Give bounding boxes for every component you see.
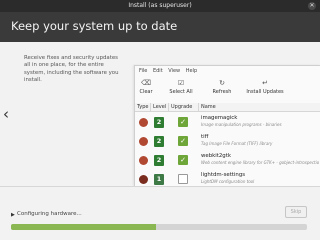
package-description: Image manipulation programs - binaries bbox=[201, 122, 282, 127]
close-window-icon[interactable]: ✕ bbox=[308, 2, 316, 10]
status-text: Configuring hardware... bbox=[17, 211, 82, 217]
clear-icon: ⌫ bbox=[141, 79, 151, 87]
window-title: Install (as superuser) bbox=[128, 2, 192, 9]
refresh-button: ↻ Refresh bbox=[207, 78, 237, 100]
refresh-icon: ↻ bbox=[219, 79, 225, 87]
package-description: Web content engine library for GTK+ - go… bbox=[201, 160, 319, 165]
update-manager-toolbar: ⌫ Clear ☑ Select All ↻ Refresh ↵ Install… bbox=[135, 78, 320, 100]
table-row: 2 ✓ imagemagick Image manipulation progr… bbox=[135, 113, 320, 132]
package-type-icon bbox=[139, 118, 148, 127]
package-name-cell: lightdm-settings LightDM configuration t… bbox=[201, 172, 319, 185]
package-name-cell: webkit2gtk Web content engine library fo… bbox=[201, 153, 319, 166]
level-badge: 2 bbox=[154, 136, 164, 147]
package-description: Tag Image File Format (TIFF) library bbox=[201, 141, 273, 146]
package-name: lightdm-settings bbox=[201, 172, 246, 178]
column-upgrade: Upgrade bbox=[169, 103, 199, 112]
skip-button[interactable]: Skip bbox=[285, 206, 307, 218]
table-row: 2 ✓ webkit2gtk Web content engine librar… bbox=[135, 151, 320, 170]
installer-window: Install (as superuser) ✕ Keep your syste… bbox=[0, 0, 320, 240]
install-updates-icon: ↵ bbox=[262, 79, 268, 87]
package-name-cell: imagemagick Image manipulation programs … bbox=[201, 115, 319, 128]
upgrade-checkbox bbox=[178, 174, 188, 184]
package-name: tiff bbox=[201, 134, 209, 140]
slide-title: Keep your system up to date bbox=[11, 19, 178, 33]
package-type-icon bbox=[139, 156, 148, 165]
select-all-icon: ☑ bbox=[177, 79, 185, 87]
upgrade-checkbox: ✓ bbox=[178, 117, 188, 127]
level-badge: 2 bbox=[154, 155, 164, 166]
package-name: webkit2gtk bbox=[201, 153, 231, 159]
upgrade-checkbox: ✓ bbox=[178, 155, 188, 165]
package-type-icon bbox=[139, 137, 148, 146]
package-description: LightDM configuration tool bbox=[201, 179, 255, 184]
menu-edit: Edit bbox=[152, 68, 163, 74]
slide-header: Keep your system up to date bbox=[0, 12, 320, 42]
update-manager-screenshot: File Edit View Help ⌫ Clear ☑ Select All… bbox=[134, 65, 320, 186]
package-name: imagemagick bbox=[201, 115, 238, 121]
slide-description: Receive fixes and security updates all i… bbox=[24, 55, 119, 84]
select-all-button: ☑ Select All bbox=[165, 78, 197, 100]
column-type: Type bbox=[135, 103, 151, 112]
clear-button: ⌫ Clear bbox=[135, 78, 157, 100]
upgrade-checkbox: ✓ bbox=[178, 136, 188, 146]
divider bbox=[0, 186, 320, 187]
package-type-icon bbox=[139, 175, 148, 184]
column-name: Name bbox=[199, 103, 320, 112]
install-progress-bar bbox=[11, 224, 307, 230]
table-row: 2 ✓ tiff Tag Image File Format (TIFF) li… bbox=[135, 132, 320, 151]
menu-help: Help bbox=[185, 68, 198, 74]
menu-file: File bbox=[139, 68, 148, 74]
update-manager-menubar: File Edit View Help bbox=[135, 66, 320, 76]
progress-fill bbox=[11, 224, 157, 230]
column-level: Level bbox=[151, 103, 169, 112]
title-bar: Install (as superuser) ✕ bbox=[0, 0, 320, 12]
table-row: 1 lightdm-settings LightDM configuration… bbox=[135, 170, 320, 186]
level-badge: 2 bbox=[154, 117, 164, 128]
menu-view: View bbox=[168, 68, 181, 74]
install-updates-button: ↵ Install Updates bbox=[246, 79, 284, 95]
level-badge: 1 bbox=[154, 174, 164, 185]
package-name-cell: tiff Tag Image File Format (TIFF) librar… bbox=[201, 134, 319, 147]
updates-table: Type Level Upgrade Name 2 ✓ imagemagick … bbox=[135, 103, 320, 186]
previous-slide-icon[interactable]: ‹ bbox=[1, 104, 11, 124]
